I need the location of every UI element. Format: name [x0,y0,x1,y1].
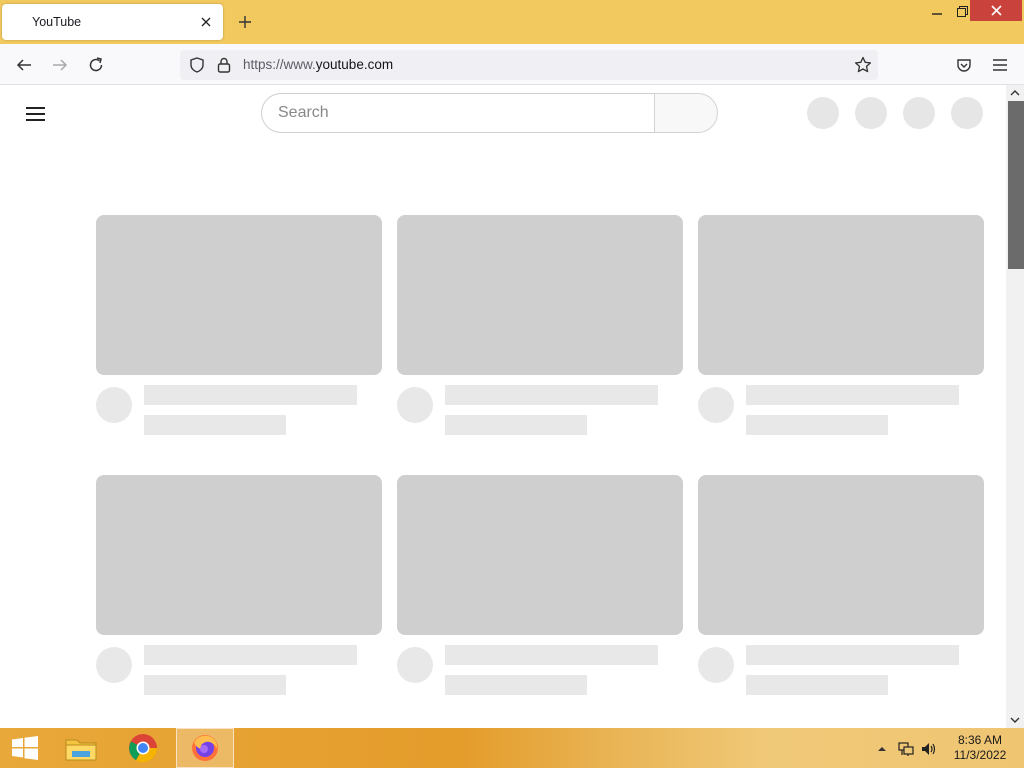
url-scheme: https://www. [243,57,316,72]
page-scrollbar[interactable] [1006,85,1024,728]
back-arrow-icon[interactable] [11,52,37,78]
volume-icon[interactable] [920,740,938,758]
forward-arrow-icon [47,52,73,78]
thumbnail-placeholder [698,475,984,635]
scrollbar-thumb[interactable] [1008,101,1024,269]
pocket-icon[interactable] [951,52,977,78]
channel-avatar-placeholder [397,647,433,683]
url-bar[interactable]: https://www.youtube.com [180,50,878,80]
video-card-skeleton[interactable] [96,475,382,697]
search-input[interactable] [262,94,655,132]
thumbnail-placeholder [397,475,683,635]
window-close-icon[interactable] [970,0,1022,21]
tab-title: YouTube [32,15,82,29]
meta-placeholder [144,675,286,695]
meta-placeholder [746,675,888,695]
navigation-toolbar: https://www.youtube.com [0,44,1024,85]
meta-placeholder [746,415,888,435]
show-hidden-icons-arrow-icon[interactable] [873,740,891,758]
video-card-skeleton[interactable] [397,215,683,437]
title-placeholder [445,385,658,405]
search-button[interactable] [654,93,718,133]
clock-date: 11/3/2022 [953,748,1007,762]
tab-youtube[interactable]: YouTube [2,4,223,40]
url-text[interactable]: https://www.youtube.com [243,57,393,72]
meta-placeholder [144,415,286,435]
channel-avatar-placeholder [698,647,734,683]
windows-start-icon[interactable] [0,728,50,768]
search-box[interactable] [261,93,655,133]
meta-placeholder [445,675,587,695]
firefox-icon[interactable] [176,728,234,768]
header-icon-placeholder[interactable] [807,97,839,129]
bookmark-star-icon[interactable] [853,55,873,75]
title-placeholder [144,645,357,665]
taskbar-clock[interactable]: 8:36 AM 11/3/2022 [938,733,1022,763]
thumbnail-placeholder [96,475,382,635]
file-explorer-icon[interactable] [52,728,110,768]
title-placeholder [746,385,959,405]
channel-avatar-placeholder [397,387,433,423]
windows-taskbar: 8:36 AM 11/3/2022 [0,728,1024,768]
video-card-skeleton[interactable] [397,475,683,697]
channel-avatar-placeholder [96,387,132,423]
channel-avatar-placeholder [698,387,734,423]
youtube-page [0,85,1006,728]
header-icon-placeholder[interactable] [903,97,935,129]
thumbnail-placeholder [397,215,683,375]
new-tab-plus-icon[interactable] [233,10,257,34]
tracking-protection-shield-icon[interactable] [187,55,207,75]
title-placeholder [445,645,658,665]
header-icon-placeholder[interactable] [951,97,983,129]
thumbnail-placeholder [698,215,984,375]
title-placeholder [144,385,357,405]
menu-line [26,119,45,121]
thumbnail-placeholder [96,215,382,375]
app-menu-icon[interactable] [987,52,1013,78]
chrome-icon[interactable] [114,728,172,768]
scroll-up-arrow-icon[interactable] [1006,85,1024,101]
scroll-down-arrow-icon[interactable] [1006,712,1024,728]
menu-line [26,113,45,115]
network-icon[interactable] [897,740,915,758]
menu-line [26,107,45,109]
guide-menu-icon[interactable] [24,103,48,123]
reload-icon[interactable] [83,52,109,78]
clock-time: 8:36 AM [957,733,1003,747]
channel-avatar-placeholder [96,647,132,683]
title-placeholder [746,645,959,665]
video-card-skeleton[interactable] [698,215,984,437]
video-card-skeleton[interactable] [698,475,984,697]
header-icon-placeholder[interactable] [855,97,887,129]
tab-close-icon[interactable] [197,13,215,31]
browser-titlebar: YouTube [0,0,1024,44]
video-card-skeleton[interactable] [96,215,382,437]
lock-icon[interactable] [214,55,234,75]
url-host: youtube.com [315,57,394,72]
meta-placeholder [445,415,587,435]
